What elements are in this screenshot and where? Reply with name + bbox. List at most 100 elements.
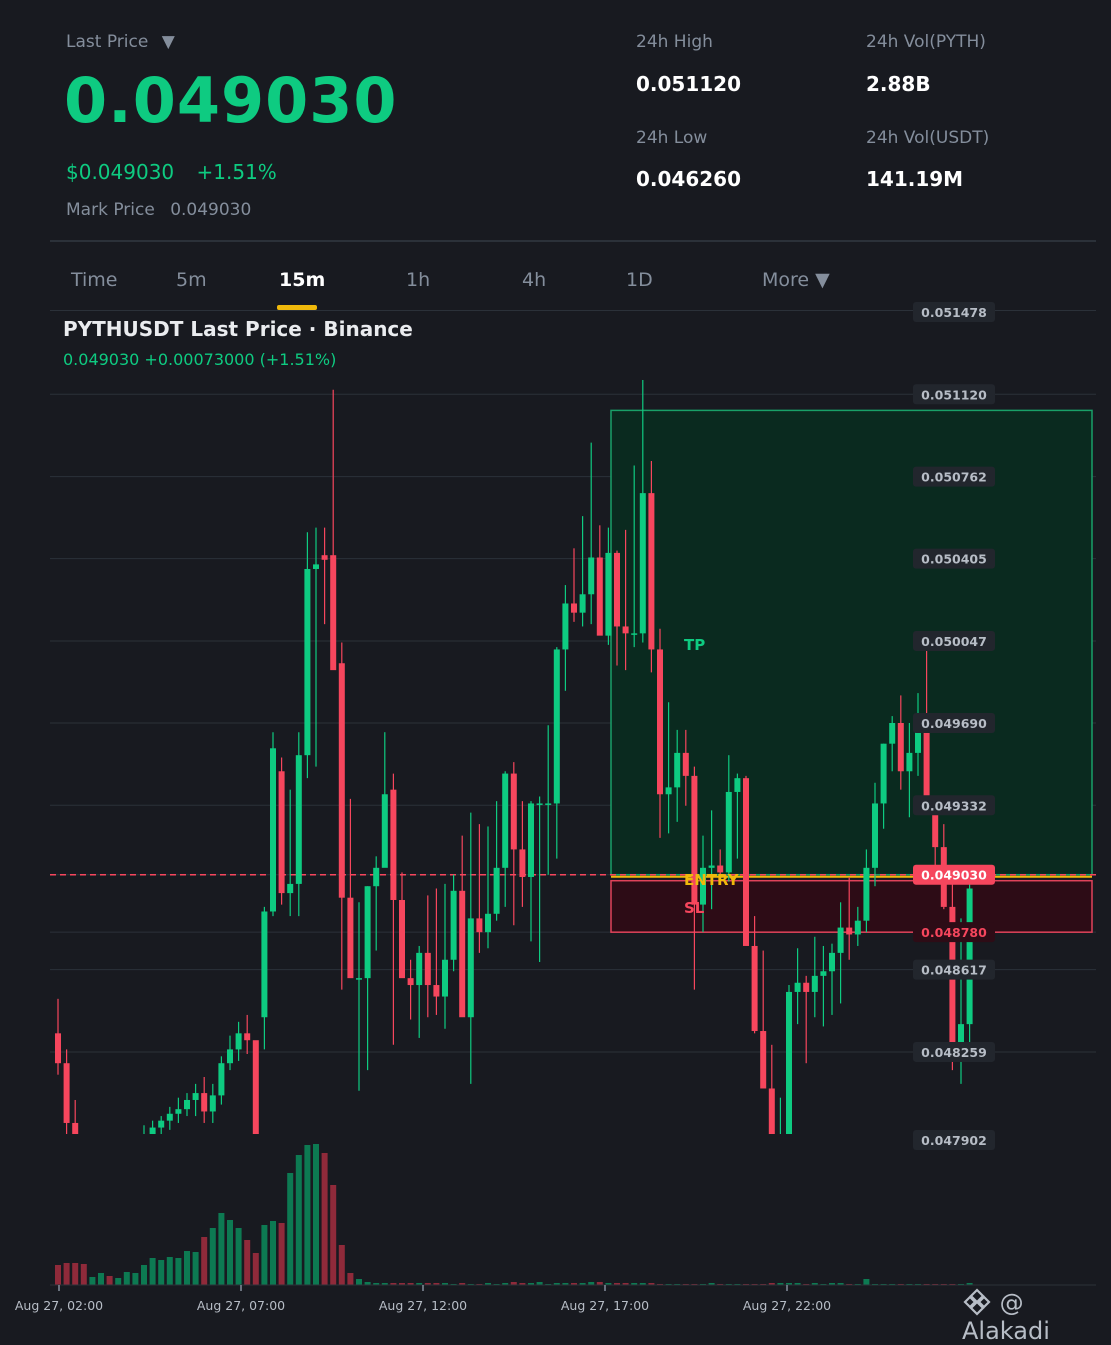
candle-body xyxy=(863,867,870,921)
y-tick-label: 0.050047 xyxy=(921,634,987,649)
candle-body xyxy=(433,985,440,997)
candle-body xyxy=(545,803,552,805)
volume-bar xyxy=(209,1228,216,1285)
candle-body xyxy=(880,743,887,804)
current-price-tag: 0.049030 xyxy=(921,868,987,883)
candle-body xyxy=(416,952,423,986)
candle-body xyxy=(734,778,741,792)
candle-body xyxy=(829,952,835,972)
candle-body xyxy=(261,911,268,1018)
volume-bar xyxy=(55,1265,61,1285)
candle-body xyxy=(81,1153,87,1167)
candle-body xyxy=(115,1157,121,1168)
candle-body xyxy=(872,803,878,868)
candle-body xyxy=(244,1033,251,1041)
candle-body xyxy=(631,633,638,635)
candle-body xyxy=(768,1088,775,1134)
volume-bar xyxy=(149,1258,156,1285)
volume-bar xyxy=(244,1240,251,1285)
candle-body xyxy=(605,552,612,636)
candle-body xyxy=(450,890,457,960)
binance-logo-icon xyxy=(963,1288,991,1316)
volume-bar xyxy=(89,1277,96,1285)
candle-body xyxy=(467,918,474,1018)
candle-body xyxy=(674,752,681,788)
volume-bar xyxy=(106,1276,113,1285)
candle-body xyxy=(399,899,405,979)
candle-body xyxy=(149,1127,156,1134)
candle-body xyxy=(287,883,294,894)
candle-body xyxy=(665,787,672,795)
candle-body xyxy=(639,493,646,634)
volume-bar xyxy=(261,1225,268,1285)
volume-bar xyxy=(218,1213,225,1285)
candle-body xyxy=(295,755,302,884)
candle-body xyxy=(381,794,388,868)
volume-bar xyxy=(158,1260,165,1285)
candle-body xyxy=(424,952,431,986)
volume-bar xyxy=(98,1273,104,1285)
volume-bar xyxy=(201,1237,208,1285)
y-tick-label: 0.048617 xyxy=(921,963,987,978)
candle-body xyxy=(820,971,827,976)
candle-body xyxy=(184,1099,190,1110)
volume-bar xyxy=(63,1263,70,1285)
candle-body xyxy=(846,927,853,935)
candle-body xyxy=(201,1093,208,1112)
candle-body xyxy=(390,789,397,900)
volume-bar xyxy=(166,1257,173,1285)
candle-body xyxy=(794,982,801,992)
candle-body xyxy=(562,603,569,650)
candle-body xyxy=(347,897,354,979)
candle-body xyxy=(407,978,414,986)
y-tick-label: 0.051120 xyxy=(921,387,987,402)
y-tick-label: 0.048259 xyxy=(921,1045,987,1060)
y-tick-label: 0.050762 xyxy=(921,470,987,485)
volume-bar xyxy=(132,1273,139,1285)
candle-body xyxy=(596,557,603,636)
candle-body xyxy=(166,1113,173,1121)
candle-body xyxy=(579,594,586,613)
volume-bar xyxy=(270,1221,276,1285)
candle-body xyxy=(966,888,973,1025)
x-tick-label: Aug 27, 22:00 xyxy=(743,1298,831,1313)
volume-bar xyxy=(287,1173,294,1285)
candle-body xyxy=(553,649,560,804)
candle-body xyxy=(459,890,466,1018)
volume-bar xyxy=(295,1155,302,1285)
entry-label: ENTRY xyxy=(684,871,740,889)
chart-title: PYTHUSDT Last Price · Binance xyxy=(63,317,413,341)
candle-body xyxy=(107,1148,113,1169)
volume-bar xyxy=(192,1252,199,1285)
candle-body xyxy=(682,752,689,776)
candle-body xyxy=(485,913,491,933)
y-tick-label: 0.047902 xyxy=(921,1133,987,1148)
volume-bar xyxy=(184,1251,190,1285)
candle-body xyxy=(932,814,939,848)
candle-body xyxy=(588,557,595,595)
candle-body xyxy=(209,1095,216,1112)
candlestick-chart[interactable]: TP ENTRY SL 0.051478 0.051120 0.050762 0.05040… xyxy=(0,0,1111,1328)
candle-body xyxy=(708,865,715,868)
sl-price-tag: 0.048780 xyxy=(921,925,987,940)
volume-bar xyxy=(175,1258,182,1285)
x-tick-label: Aug 27, 17:00 xyxy=(561,1298,649,1313)
candle-body xyxy=(743,778,749,946)
candle-body xyxy=(278,771,285,894)
candle-body xyxy=(252,1040,259,1134)
x-tick-label: Aug 27, 12:00 xyxy=(379,1298,467,1313)
candle-body xyxy=(854,920,861,935)
candle-body xyxy=(304,568,311,756)
candle-body xyxy=(571,603,577,613)
candle-body xyxy=(373,867,380,887)
candle-body xyxy=(313,564,319,569)
volume-bar xyxy=(338,1245,345,1285)
candle-body xyxy=(725,791,732,873)
tp-label: TP xyxy=(684,636,705,654)
candle-body xyxy=(158,1120,165,1128)
volume-bar xyxy=(863,1279,870,1285)
volume-bar xyxy=(304,1145,311,1285)
candle-body xyxy=(55,1033,61,1064)
candle-body xyxy=(751,945,758,1032)
candle-body xyxy=(364,886,371,979)
